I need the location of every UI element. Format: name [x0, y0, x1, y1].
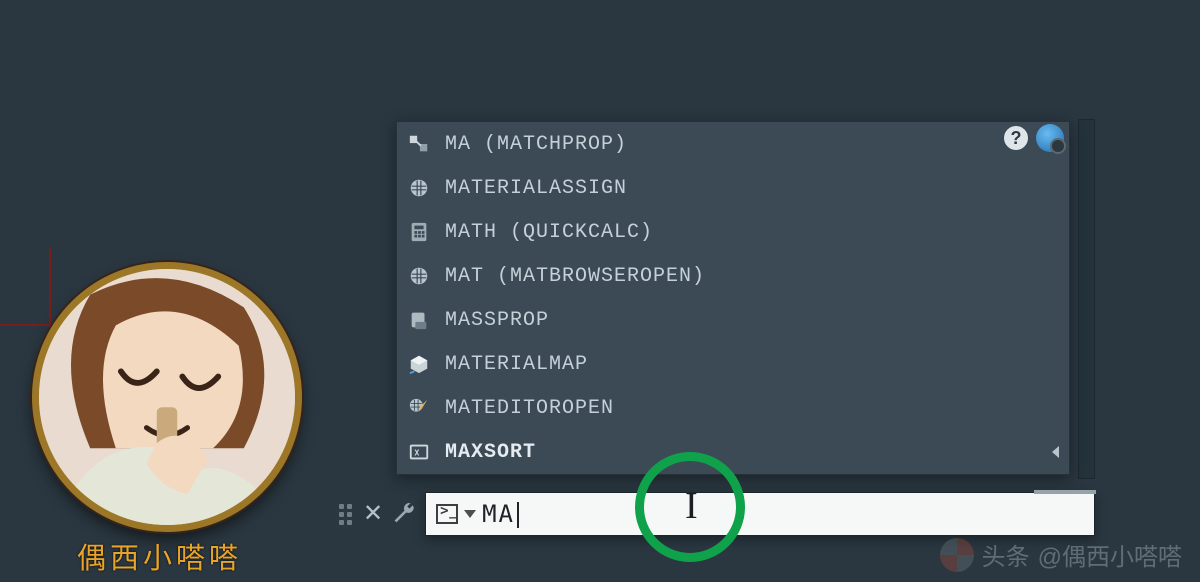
svg-text:X: X [414, 448, 420, 458]
autocomplete-scrollbar[interactable] [1078, 119, 1095, 479]
autocomplete-item[interactable]: MATH (QUICKCALC) [397, 210, 1069, 254]
material-sphere-icon [407, 176, 431, 200]
autocomplete-item-label: MA (MATCHPROP) [445, 133, 627, 156]
watermark-logo-icon [940, 538, 974, 572]
history-dropdown-icon[interactable] [464, 510, 476, 518]
avatar [32, 262, 302, 532]
autocomplete-item[interactable]: MAT (MATBROWSEROPEN) [397, 254, 1069, 298]
text-cursor-ibeam: I [685, 487, 698, 525]
matchprop-icon [407, 132, 431, 156]
drag-grip[interactable] [337, 497, 355, 531]
autocomplete-item[interactable]: MATERIALMAP [397, 342, 1069, 386]
massprop-icon [407, 308, 431, 332]
autocomplete-item-label: MASSPROP [445, 309, 549, 332]
internet-search-icon[interactable] [1036, 124, 1064, 152]
crosshair-horizontal [0, 324, 50, 326]
close-icon[interactable]: ✕ [363, 502, 383, 526]
autocomplete-sysvar-item[interactable]: X MAXSORT [397, 430, 1069, 474]
watermark-handle: @偶西小嗒嗒 [1038, 537, 1182, 572]
calculator-icon [407, 220, 431, 244]
autocomplete-item[interactable]: MASSPROP [397, 298, 1069, 342]
command-bar-resize-edge[interactable] [1034, 490, 1096, 494]
material-sphere-icon [407, 264, 431, 288]
autocomplete-item-label: MATH (QUICKCALC) [445, 221, 653, 244]
autocomplete-item[interactable]: MA (MATCHPROP) [397, 122, 1069, 166]
command-line-bar: ✕ MA [337, 490, 1095, 538]
autocomplete-item-label: MAT (MATBROWSEROPEN) [445, 265, 705, 288]
materialmap-icon [407, 352, 431, 376]
avatar-label: 偶西小嗒嗒 [77, 535, 242, 577]
mateditor-icon [407, 396, 431, 420]
autocomplete-item[interactable]: MATEDITOROPEN [397, 386, 1069, 430]
autocomplete-item[interactable]: MATERIALASSIGN [397, 166, 1069, 210]
command-prompt-icon [436, 504, 458, 524]
customize-wrench-icon[interactable] [391, 501, 417, 527]
watermark: 头条 @偶西小嗒嗒 [940, 537, 1182, 572]
command-autocomplete-panel: ? MA (MATCHPROP) MATERIALASSIGN MATH (QU… [396, 121, 1070, 475]
watermark-prefix: 头条 [982, 537, 1030, 572]
autocomplete-sysvar-label: MAXSORT [445, 441, 536, 464]
help-icon[interactable]: ? [1004, 126, 1028, 150]
autocomplete-item-label: MATERIALMAP [445, 353, 588, 376]
command-typed-text: MA [482, 500, 519, 528]
command-input[interactable]: MA [425, 492, 1095, 536]
autocomplete-item-label: MATEDITOROPEN [445, 397, 614, 420]
expand-chevron-icon [1052, 446, 1059, 458]
sysvar-icon: X [407, 440, 431, 464]
autocomplete-item-label: MATERIALASSIGN [445, 177, 627, 200]
